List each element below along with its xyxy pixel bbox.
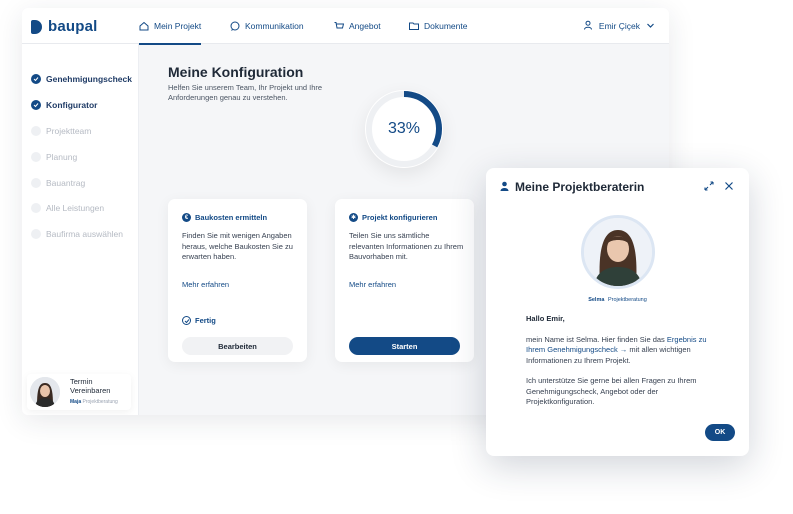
message-paragraph: mein Name ist Selma. Hier finden Sie das… (526, 335, 726, 367)
sidebar-item-label: Genehmigungscheck (46, 74, 132, 84)
tab-mein-projekt-label: Mein Projekt (154, 21, 202, 31)
tab-angebot-label: Angebot (349, 21, 381, 31)
tab-mein-projekt[interactable]: Mein Projekt (139, 8, 202, 45)
brand-logo[interactable]: baupal (31, 18, 98, 35)
status-label: Fertig (195, 316, 216, 325)
user-icon (583, 20, 593, 32)
expand-icon[interactable] (703, 180, 715, 192)
popup-tools (703, 180, 735, 192)
advisor-role: Projektberatung (607, 297, 647, 303)
sidebar-item-label: Projektteam (46, 126, 92, 136)
chevron-down-icon (646, 21, 655, 32)
card-title-text: Baukosten ermitteln (195, 213, 268, 222)
logo-icon (31, 19, 42, 34)
advisor-mini-role: Projektberatung (82, 399, 118, 405)
sidebar-item-projektteam[interactable]: Projektteam (31, 126, 91, 136)
popup-title: Meine Projektberaterin (500, 180, 644, 194)
card-projekt-konfigurieren: ✱ Projekt konfigurieren Teilen Sie uns s… (335, 199, 474, 362)
advisor-message: Hallo Emir, mein Name ist Selma. Hier fi… (526, 314, 726, 418)
card-title: € Baukosten ermitteln (182, 213, 267, 222)
step-dot-icon (31, 178, 41, 188)
start-button[interactable]: Starten (349, 337, 460, 355)
advisor-avatar (581, 215, 655, 289)
user-name: Emir Çiçek (598, 21, 640, 31)
step-dot-icon (31, 203, 41, 213)
step-dot-icon (31, 229, 41, 239)
step-dot-icon (31, 126, 41, 136)
card-description: Teilen Sie uns sämtliche relevanten Info… (349, 231, 464, 261)
gear-icon: ✱ (349, 213, 358, 222)
step-dot-icon (31, 152, 41, 162)
sidebar-item-baufirma-auswaehlen[interactable]: Baufirma auswählen (31, 229, 123, 239)
advisor-caption: Selma Projektberatung (486, 297, 749, 303)
progress-percentage: 33% (387, 120, 421, 137)
sidebar-item-konfigurator[interactable]: Konfigurator (31, 100, 97, 110)
check-circle-icon (31, 74, 41, 84)
edit-button[interactable]: Bearbeiten (182, 337, 293, 355)
cart-icon (334, 21, 344, 31)
advisor-popup: Meine Projektberaterin Selma Projektbera… (486, 168, 749, 456)
folder-icon (409, 21, 419, 31)
user-menu[interactable]: Emir Çiçek (583, 8, 655, 44)
home-icon (139, 21, 149, 31)
sidebar-item-bauantrag[interactable]: Bauantrag (31, 178, 85, 188)
popup-title-text: Meine Projektberaterin (515, 180, 645, 194)
sidebar-item-label: Konfigurator (46, 100, 98, 110)
euro-icon: € (182, 213, 191, 222)
sidebar-item-label: Alle Leistungen (46, 203, 105, 213)
sidebar: Genehmigungscheck Konfigurator Projektte… (22, 44, 139, 415)
chat-bubble-icon (230, 21, 240, 31)
card-description: Finden Sie mit wenigen Angaben heraus, w… (182, 231, 293, 261)
more-info-link[interactable]: Mehr erfahren (349, 280, 396, 289)
sidebar-item-label: Bauantrag (46, 178, 86, 188)
tab-dokumente[interactable]: Dokumente (409, 8, 467, 44)
card-title-text: Projekt konfigurieren (362, 213, 438, 222)
user-icon (500, 180, 509, 194)
tab-kommunikation-label: Kommunikation (245, 21, 304, 31)
top-navigation-bar: baupal Mein Projekt Kommunikation Angebo… (22, 8, 669, 45)
more-info-link[interactable]: Mehr erfahren (182, 280, 229, 289)
sidebar-item-label: Planung (46, 152, 78, 162)
message-paragraph-2: Ich unterstütze Sie gerne bei allen Frag… (526, 376, 697, 406)
check-circle-icon (31, 100, 41, 110)
card-title: ✱ Projekt konfigurieren (349, 213, 437, 222)
sidebar-item-planung[interactable]: Planung (31, 152, 77, 162)
appointment-label: Termin Vereinbaren (70, 377, 111, 395)
sidebar-item-label: Baufirma auswählen (46, 229, 124, 239)
sidebar-item-genehmigungscheck[interactable]: Genehmigungscheck (31, 74, 132, 84)
avatar (30, 377, 60, 407)
status-done: Fertig (182, 316, 216, 325)
tab-kommunikation[interactable]: Kommunikation (230, 8, 304, 44)
tab-dokumente-label: Dokumente (424, 21, 468, 31)
card-baukosten: € Baukosten ermitteln Finden Sie mit wen… (168, 199, 307, 362)
message-intro: mein Name ist Selma. Hier finden Sie das (526, 334, 665, 344)
advisor-mini-name: Maja (70, 399, 82, 405)
progress-ring: 33% (365, 90, 443, 168)
appointment-card[interactable]: Termin Vereinbaren Maja Projektberatung (27, 374, 131, 410)
page-title: Meine Konfiguration (168, 64, 304, 80)
tab-angebot[interactable]: Angebot (334, 8, 381, 44)
brand-name: baupal (48, 18, 98, 35)
advisor-name: Selma (588, 297, 605, 303)
check-icon (182, 316, 191, 325)
greeting: Hallo Emir, (526, 314, 565, 323)
page-subtitle: Helfen Sie unserem Team, Ihr Projekt und… (168, 83, 323, 102)
close-icon[interactable] (723, 180, 735, 192)
sidebar-item-alle-leistungen[interactable]: Alle Leistungen (31, 203, 104, 213)
ok-button[interactable]: OK (705, 424, 735, 441)
advisor-mini-caption: Maja Projektberatung (70, 399, 118, 405)
